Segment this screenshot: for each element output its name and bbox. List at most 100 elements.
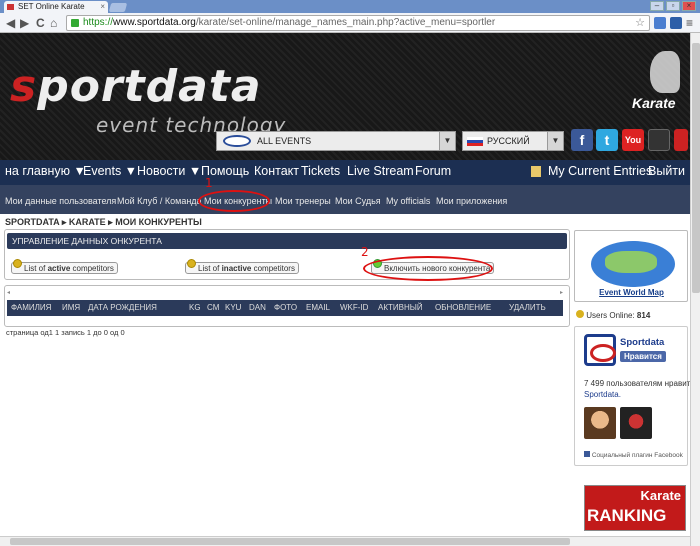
events-select[interactable]: ALL EVENTS ▼ [216,131,456,151]
forward-button[interactable]: ▶ [20,16,29,30]
favicon-icon [7,4,14,10]
extension-icon[interactable] [654,17,666,29]
col-photo[interactable]: ФОТО [274,303,297,312]
table-header: ФАМИЛИЯ ИМЯ ДАТА РОЖДЕНИЯ KG CM KYU DAN … [7,300,563,316]
sportdata-app-icon[interactable] [674,129,688,151]
nav-live-stream[interactable]: Live Stream [347,164,414,178]
col-surname[interactable]: ФАМИЛИЯ [11,303,51,312]
subnav-user-data[interactable]: Мои данные пользователя [5,196,116,206]
chevron-down-icon: ▼ [547,132,563,150]
lock-icon [71,19,79,27]
col-delete[interactable]: УДАЛИТЬ [509,303,546,312]
table-scroll-bar[interactable]: ◂ ▸ [7,289,563,297]
active-competitors-button[interactable]: List of active competitors [11,259,118,274]
browser-tab-bar: SET Online Karate × – ▫ × [0,0,700,13]
event-world-map-box[interactable]: Event World Map [574,230,688,302]
twitter-icon[interactable]: t [596,129,618,151]
sportdata-fb-logo[interactable] [584,334,616,366]
maximize-button[interactable]: ▫ [666,1,680,11]
fb-page-name[interactable]: Sportdata [620,337,664,348]
subnav-my-officials[interactable]: My officials [386,196,430,206]
col-update[interactable]: ОБНОВЛЕНИЕ [435,303,491,312]
user-icon [187,259,196,268]
inactive-competitors-button[interactable]: List of inactive competitors [185,259,299,274]
breadcrumb: SPORTDATA ▸ KARATE ▸ МОИ КОНКУРЕНТЫ [5,217,202,227]
nav-logout[interactable]: Выйти [648,164,685,178]
event-world-map-link[interactable]: Event World Map [575,288,688,297]
close-window-button[interactable]: × [682,1,696,11]
annotation-number-2: 2 [361,245,369,259]
nav-forum[interactable]: Forum [415,164,451,178]
col-name[interactable]: ИМЯ [62,303,80,312]
nav-home[interactable]: на главную ▼ [5,164,86,178]
col-dan[interactable]: DAN [249,303,266,312]
scrollbar-thumb[interactable] [10,538,570,545]
subnav-club-team[interactable]: Мой Клуб / Команда [117,196,202,206]
panel-title: УПРАВЛЕНИЕ ДАННЫХ ОНКУРЕНТА [7,233,567,249]
nav-contact[interactable]: Контакт [254,164,299,178]
main-nav: на главную ▼ Events ▼ Новости ▼ Помощь К… [0,160,690,185]
user-icon [576,310,584,318]
home-button[interactable]: ⌂ [50,16,57,30]
reload-button[interactable]: C [36,16,45,30]
karate-ranking-banner[interactable]: Karate RANKING [584,485,686,531]
world-map-icon [591,241,675,287]
sub-nav: Мои данные пользователя Мой Клуб / Коман… [0,185,690,214]
horizontal-scrollbar[interactable] [0,536,690,546]
fb-like-button[interactable]: Нравится [620,351,666,362]
youtube-icon[interactable]: You [622,129,644,151]
subnav-my-applications[interactable]: Мои приложения [436,196,507,206]
annotation-number-1: 1 [205,176,213,190]
bookmark-star-icon[interactable]: ☆ [635,16,645,30]
minimize-button[interactable]: – [650,1,664,11]
entries-icon [531,166,541,177]
nav-my-current-entries[interactable]: My Current Entries [548,164,652,178]
chevron-down-icon: ▼ [439,132,455,150]
url-scheme: https:// [83,17,114,28]
nav-tickets[interactable]: Tickets [301,164,340,178]
avatar[interactable] [584,407,616,439]
annotation-circle-1 [198,190,270,212]
facebook-icon[interactable]: f [571,129,593,151]
vertical-scrollbar[interactable] [690,33,700,546]
col-wkf-id[interactable]: WKF-ID [340,303,368,312]
new-tab-button[interactable] [108,3,128,12]
competitors-table-panel: ◂ ▸ ФАМИЛИЯ ИМЯ ДАТА РОЖДЕНИЯ KG CM KYU … [4,285,570,327]
url-host: www.sportdata.org [113,17,196,28]
annotation-circle-2 [363,256,493,281]
language-select[interactable]: РУССКИЙ ▼ [462,131,564,151]
col-active[interactable]: АКТИВНЫЙ [378,303,423,312]
fb-social-plugin-label: Социальный плагин Facebook [584,451,683,459]
scrollbar-thumb[interactable] [692,43,700,293]
site-header: sportdata event technology Karate ALL EV… [0,33,690,160]
back-button[interactable]: ◀ [6,16,15,30]
sportdata-app-icon[interactable] [648,129,670,151]
scroll-right-icon[interactable]: ▸ [560,289,563,296]
nav-news[interactable]: Новости ▼ [137,164,201,178]
karate-figure-icon [650,51,680,93]
col-email[interactable]: EMAIL [306,303,330,312]
tab-close-icon[interactable]: × [100,1,105,13]
browser-tab[interactable]: SET Online Karate × [4,1,108,13]
facebook-icon [584,451,590,457]
subnav-my-coaches[interactable]: Мои тренеры [275,196,331,206]
col-birthdate[interactable]: ДАТА РОЖДЕНИЯ [88,303,157,312]
tab-title: SET Online Karate [18,2,85,11]
browser-menu-icon[interactable]: ≡ [686,16,693,30]
fb-page-link[interactable]: Sportdata. [584,390,621,399]
fb-like-count: 7 499 пользователям нравится [584,379,699,388]
karate-logo: Karate [632,95,676,111]
avatar[interactable] [620,407,652,439]
col-kg[interactable]: KG [189,303,201,312]
scroll-left-icon[interactable]: ◂ [7,289,10,296]
user-icon [13,259,22,268]
nav-events[interactable]: Events ▼ [83,164,137,178]
col-cm[interactable]: CM [207,303,219,312]
extension-icon[interactable] [670,17,682,29]
russian-flag-icon [467,137,483,146]
sportdata-logo[interactable]: sportdata [10,61,262,112]
subnav-my-referees[interactable]: Мои Судья [335,196,381,206]
sportdata-mini-logo-icon [223,135,251,147]
col-kyu[interactable]: KYU [225,303,241,312]
address-bar[interactable]: https://www.sportdata.org/karate/set-onl… [66,15,650,31]
